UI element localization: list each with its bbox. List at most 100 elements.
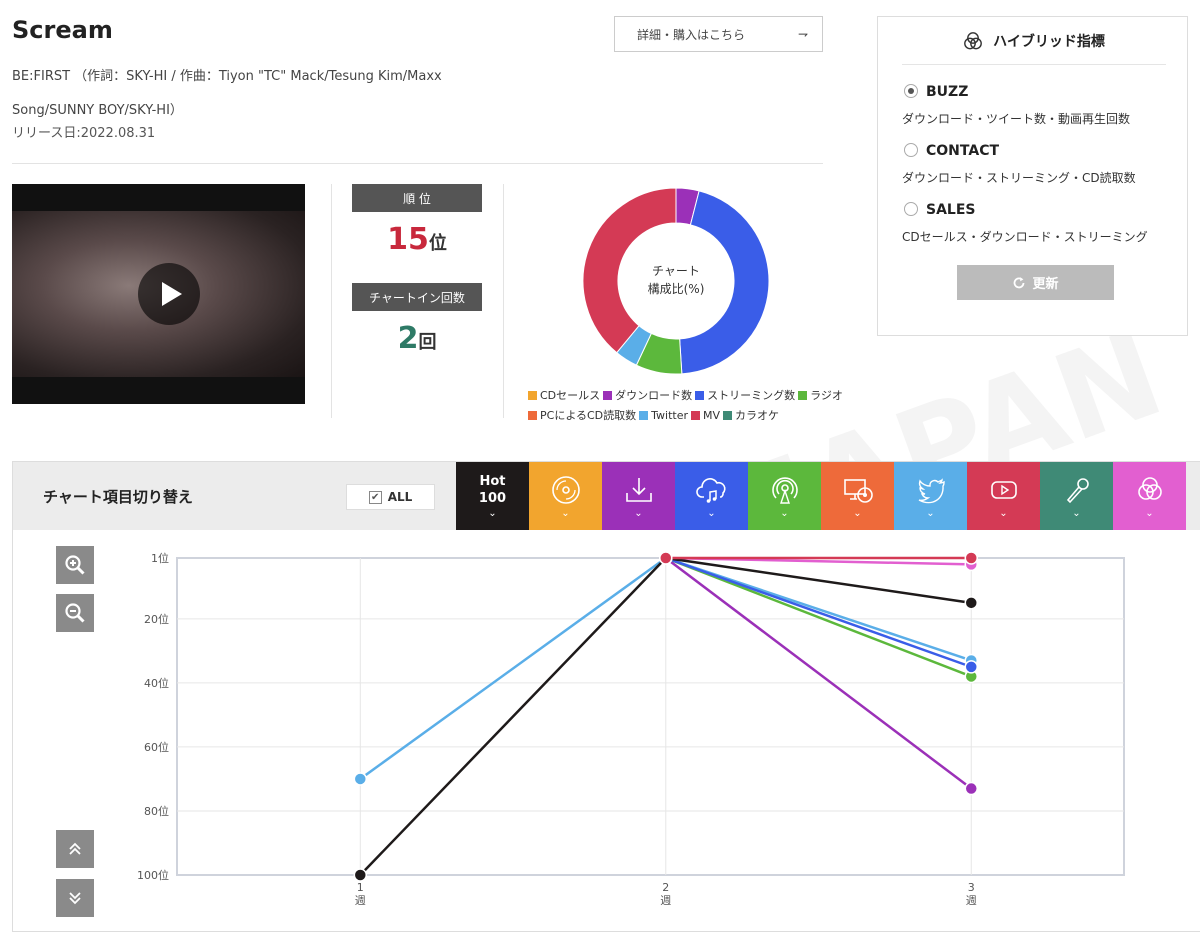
rank-history-chart: 1位20位40位60位80位100位1週2週3週 [137, 551, 1125, 907]
series-line [665, 556, 972, 669]
chevron-down-icon: ⌄ [780, 508, 789, 519]
divider [12, 163, 823, 164]
divider [503, 184, 504, 418]
hybrid-icon [1137, 477, 1162, 500]
legend-label: カラオケ [735, 409, 780, 422]
tab-download[interactable]: ⌄ [602, 462, 675, 530]
chart-switch-bar: チャート項目切り替え ✔ ALL Hot 100 ⌄ ⌄ ⌄ ⌄ ⌄ ⌄ ⌄ ⌄ ⌄ ⌄ [13, 462, 1200, 530]
pc-cd-icon [843, 479, 873, 503]
y-tick-label: 100位 [137, 868, 169, 882]
play-icon[interactable] [138, 263, 200, 325]
radio-button[interactable] [904, 202, 918, 216]
tab-pc-cd[interactable]: ⌄ [821, 462, 894, 530]
data-point[interactable] [353, 772, 368, 786]
all-label: ALL [387, 490, 413, 504]
tab-cd[interactable]: ⌄ [529, 462, 602, 530]
buy-details-label: 詳細・購入はこちら [637, 27, 746, 42]
tab-streaming[interactable]: ⌄ [675, 462, 748, 530]
chevron-down-icon: ⌄ [561, 508, 570, 519]
composition-donut-chart: チャート 構成比(%) [582, 187, 770, 375]
data-point[interactable] [964, 660, 979, 674]
tab-twitter[interactable]: ⌄ [894, 462, 967, 530]
y-tick-label: 40位 [144, 676, 169, 690]
data-point[interactable] [353, 868, 368, 882]
hybrid-header: ハイブリッド指標 [902, 17, 1166, 65]
arrow-icon: ⇁ [797, 27, 808, 41]
option-description: ダウンロード・ストリーミング・CD読取数 [902, 171, 1136, 185]
rank-number: 15 [387, 222, 429, 257]
x-tick-label: 1 [357, 881, 364, 894]
series-line [665, 556, 972, 678]
legend-label: ストリーミング数 [707, 389, 796, 402]
tab-radio[interactable]: ⌄ [748, 462, 821, 530]
y-tick-label: 60位 [144, 740, 169, 754]
legend-swatch [798, 391, 808, 400]
tab-hot100[interactable]: Hot 100 ⌄ [456, 462, 529, 530]
chevron-down-icon: ⌄ [999, 508, 1008, 519]
chart-tabs: Hot 100 ⌄ ⌄ ⌄ ⌄ ⌄ ⌄ ⌄ ⌄ ⌄ ⌄ [456, 462, 1186, 530]
data-point[interactable] [964, 596, 979, 610]
streaming-icon [695, 478, 726, 503]
x-tick-label: 2 [662, 881, 669, 894]
twitter-icon [918, 478, 945, 504]
legend-swatch [528, 391, 537, 400]
refresh-button[interactable]: 更新 [957, 265, 1114, 300]
song-title: Scream [12, 16, 113, 44]
buy-details-button[interactable]: 詳細・購入はこちら ⇁ [614, 16, 823, 52]
legend-label: Twitter [651, 409, 689, 422]
divider [331, 184, 332, 418]
tab-hybrid[interactable]: ⌄ [1113, 462, 1186, 530]
legend-item: MV [691, 406, 720, 426]
option-contact[interactable]: CONTACT ダウンロード・ストリーミング・CD読取数 [902, 140, 1136, 186]
option-buzz[interactable]: BUZZ ダウンロード・ツイート数・動画再生回数 [902, 81, 1130, 127]
chevron-down-icon: ⌄ [1072, 508, 1081, 519]
karaoke-icon [1066, 478, 1089, 504]
x-tick-label: 週 [966, 894, 977, 907]
legend-item: PCによるCD読取数 [528, 406, 636, 426]
rank-label: 順 位 [352, 184, 482, 212]
donut-center-line1: チャート [652, 264, 700, 278]
download-icon [625, 478, 652, 502]
legend-label: CDセールス [540, 389, 601, 402]
tab-karaoke[interactable]: ⌄ [1040, 462, 1113, 530]
legend-label: ダウンロード数 [615, 389, 693, 402]
legend-item: ストリーミング数 [695, 386, 795, 406]
video-player[interactable] [12, 184, 305, 404]
chart-panel: チャート項目切り替え ✔ ALL Hot 100 ⌄ ⌄ ⌄ ⌄ ⌄ ⌄ ⌄ ⌄ ⌄ ⌄ 1位 20位 4… [12, 461, 1200, 932]
cd-icon [551, 476, 580, 504]
legend-swatch [723, 411, 733, 420]
y-tick-label: 80位 [144, 804, 169, 818]
plot-area [176, 557, 1125, 876]
legend-swatch [639, 411, 649, 420]
option-sales[interactable]: SALES CDセールス・ダウンロード・ストリーミング [902, 199, 1148, 245]
checkbox-icon[interactable]: ✔ [368, 490, 382, 504]
legend-swatch [691, 411, 701, 420]
all-toggle[interactable]: ✔ ALL [346, 484, 435, 510]
legend-label: MV [703, 409, 721, 422]
data-point[interactable] [659, 551, 673, 565]
radio-button[interactable] [904, 84, 918, 98]
hot100-label: 100 [478, 491, 507, 506]
song-credit: BE:FIRST （作詞：SKY-HI / 作曲：Tiyon "TC" Mack… [12, 69, 442, 118]
chevron-down-icon: ⌄ [634, 508, 643, 519]
radio-button[interactable] [904, 143, 918, 157]
legend-item: ダウンロード数 [603, 386, 692, 406]
legend-label: PCによるCD読取数 [540, 409, 637, 422]
refresh-icon [1014, 276, 1025, 288]
donut-legend: CDセールス ダウンロード数 ストリーミング数 ラジオ PCによるCD読取数 Twitte… [528, 386, 848, 426]
data-point[interactable] [964, 551, 979, 565]
tab-youtube[interactable]: ⌄ [967, 462, 1040, 530]
option-description: CDセールス・ダウンロード・ストリーミング [902, 230, 1148, 244]
donut-center-line2: 構成比(%) [648, 282, 705, 296]
x-tick-label: 週 [355, 894, 366, 907]
legend-item: カラオケ [723, 406, 779, 426]
chartin-number: 2 [397, 321, 419, 356]
data-point[interactable] [964, 781, 979, 796]
chevron-down-icon: ⌄ [853, 508, 862, 519]
youtube-icon [990, 481, 1017, 499]
series-line [665, 557, 973, 790]
hybrid-index-panel: ハイブリッド指標 BUZZ ダウンロード・ツイート数・動画再生回数 CONTAC… [877, 16, 1188, 336]
chartin-value: 2回 [352, 321, 482, 356]
legend-item: ラジオ [798, 386, 843, 406]
chevron-down-icon: ⌄ [926, 508, 935, 519]
